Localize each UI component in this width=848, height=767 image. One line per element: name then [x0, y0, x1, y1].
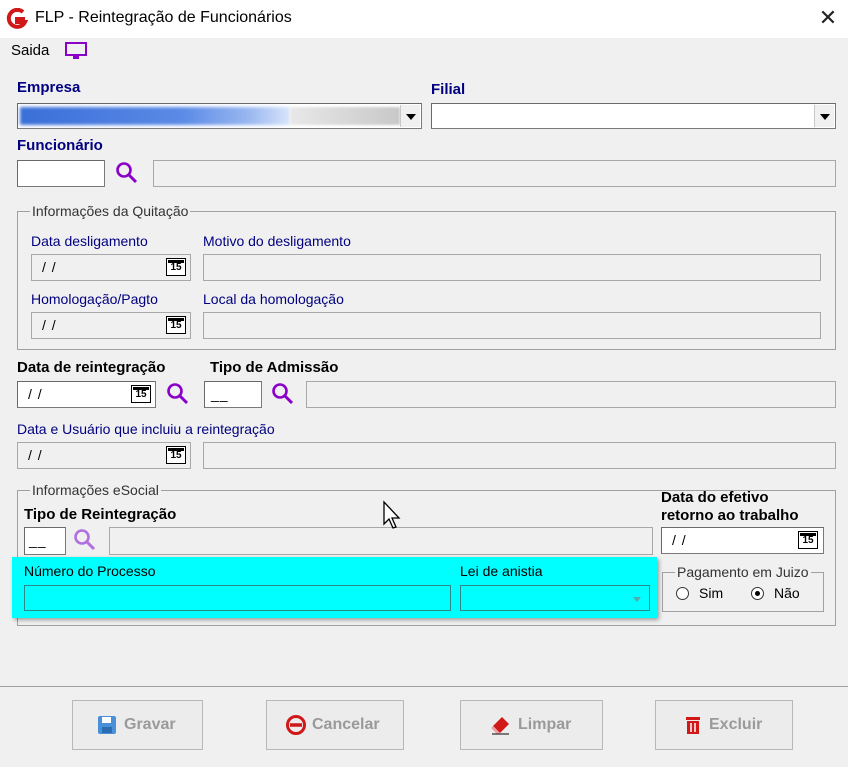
save-icon — [98, 716, 116, 734]
quitacao-legend: Informações da Quitação — [30, 203, 191, 219]
pagamento-legend: Pagamento em Juizo — [675, 564, 811, 580]
data-reintegracao-value: / / — [28, 386, 43, 402]
local-homologacao-field — [203, 312, 821, 339]
pagamento-nao-label[interactable]: Não — [774, 585, 800, 601]
cancelar-button[interactable]: Cancelar — [266, 700, 404, 750]
title-bar: FLP - Reintegração de Funcionários ✕ — [0, 0, 848, 38]
tipo-admissao-label: Tipo de Admissão — [210, 359, 339, 376]
tipo-admissao-input[interactable]: __ — [204, 381, 262, 408]
empresa-redacted-fade — [290, 107, 400, 125]
tipo-admissao-code: __ — [211, 386, 229, 402]
gravar-label: Gravar — [124, 716, 176, 733]
limpar-label: Limpar — [518, 716, 572, 733]
calendar-glyph: 15 — [135, 389, 147, 400]
inclusao-date-field: / / 15 — [17, 442, 191, 469]
motivo-label: Motivo do desligamento — [203, 233, 351, 249]
funcionario-name-field — [153, 160, 836, 187]
calendar-icon[interactable]: 15 — [131, 385, 151, 403]
numero-processo-label: Número do Processo — [24, 563, 156, 579]
tipo-reintegracao-code: __ — [29, 532, 47, 548]
data-reintegracao-input[interactable]: / / 15 — [17, 381, 156, 408]
menu-item-saida[interactable]: Saida — [11, 42, 49, 59]
motivo-field — [203, 254, 821, 281]
inclusao-user-field — [203, 442, 836, 469]
retorno-label-line1: Data do efetivo — [661, 489, 769, 506]
menu-bar: Saida — [0, 38, 848, 64]
pagamento-nao-radio[interactable] — [751, 587, 764, 600]
filial-label: Filial — [431, 81, 466, 98]
homologacao-label: Homologação/Pagto — [31, 291, 158, 307]
excluir-button[interactable]: Excluir — [655, 700, 793, 750]
tipo-reintegracao-input[interactable]: __ — [24, 527, 66, 555]
pagamento-sim-radio[interactable] — [676, 587, 689, 600]
search-icon[interactable] — [72, 527, 98, 553]
local-homologacao-label: Local da homologação — [203, 291, 344, 307]
retorno-date-value: / / — [672, 532, 687, 548]
lei-anistia-label: Lei de anistia — [460, 563, 543, 579]
data-desligamento-label: Data desligamento — [31, 233, 148, 249]
tipo-reintegracao-desc-field — [109, 527, 653, 555]
limpar-button[interactable]: Limpar — [460, 700, 603, 750]
search-icon[interactable] — [270, 381, 296, 407]
calendar-glyph: 15 — [170, 262, 182, 273]
eraser-icon — [491, 717, 509, 735]
calendar-glyph: 15 — [170, 320, 182, 331]
calendar-icon: 15 — [166, 258, 186, 276]
inclusao-label: Data e Usuário que incluiu a reintegraçã… — [17, 421, 275, 437]
data-desligamento-field: / / 15 — [31, 254, 191, 281]
bottom-separator — [0, 686, 848, 687]
empresa-label: Empresa — [17, 79, 81, 96]
tipo-reintegracao-label: Tipo de Reintegração — [24, 506, 177, 523]
homologacao-field: / / 15 — [31, 312, 191, 339]
lei-anistia-dropdown-arrow-icon[interactable] — [628, 587, 648, 609]
tipo-admissao-desc-field — [306, 381, 836, 408]
data-desligamento-value: / / — [42, 259, 57, 275]
close-icon[interactable]: ✕ — [816, 6, 840, 30]
data-reintegracao-label: Data de reintegração — [17, 359, 166, 376]
search-icon[interactable] — [114, 160, 140, 186]
calendar-icon[interactable]: 15 — [798, 531, 818, 549]
monitor-icon[interactable] — [64, 41, 88, 61]
app-logo-icon — [6, 8, 28, 29]
retorno-date-input[interactable]: / / 15 — [661, 527, 824, 554]
cancelar-label: Cancelar — [312, 716, 380, 733]
calendar-icon: 15 — [166, 446, 186, 464]
calendar-glyph: 15 — [170, 450, 182, 461]
pagamento-sim-label[interactable]: Sim — [699, 585, 723, 601]
inclusao-date-value: / / — [28, 447, 43, 463]
funcionario-label: Funcionário — [17, 137, 103, 154]
excluir-label: Excluir — [709, 716, 763, 733]
retorno-label-line2: retorno ao trabalho — [661, 507, 799, 524]
funcionario-code-input[interactable] — [17, 160, 105, 187]
esocial-legend: Informações eSocial — [30, 482, 161, 498]
lei-anistia-select[interactable] — [460, 585, 650, 611]
mouse-cursor-icon — [383, 500, 401, 529]
calendar-glyph: 15 — [802, 535, 814, 546]
window-title: FLP - Reintegração de Funcionários — [35, 9, 292, 26]
empresa-dropdown-arrow-icon[interactable] — [400, 105, 420, 127]
empresa-select[interactable] — [17, 103, 422, 129]
homologacao-value: / / — [42, 317, 57, 333]
numero-processo-input[interactable] — [24, 585, 451, 611]
cancel-icon — [286, 715, 306, 735]
trash-icon — [686, 717, 700, 734]
search-icon[interactable] — [165, 381, 191, 407]
filial-select[interactable] — [431, 103, 836, 129]
filial-dropdown-arrow-icon[interactable] — [814, 105, 834, 127]
gravar-button[interactable]: Gravar — [72, 700, 203, 750]
empresa-redacted-value — [20, 107, 290, 125]
calendar-icon: 15 — [166, 316, 186, 334]
